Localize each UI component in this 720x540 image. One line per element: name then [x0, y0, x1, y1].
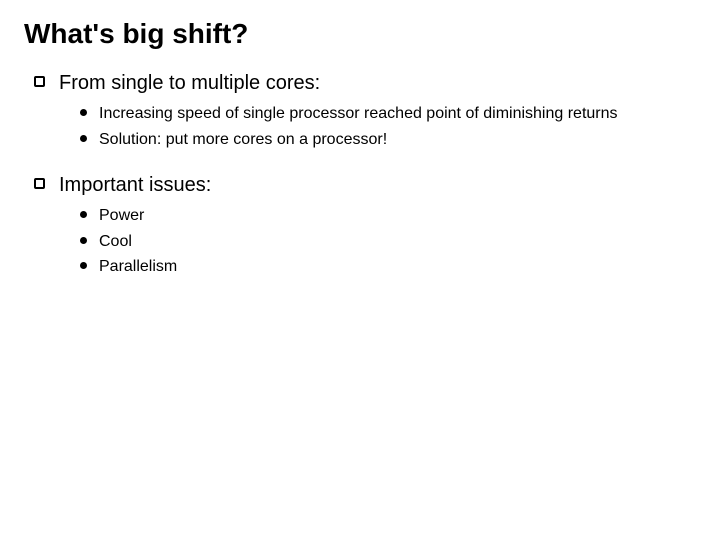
bullet-level1: Important issues:	[34, 172, 696, 199]
square-bullet-icon	[34, 178, 45, 189]
bullet-text: Power	[99, 205, 144, 227]
bullet-text: Parallelism	[99, 256, 177, 278]
bullet-level2: Cool	[80, 231, 696, 253]
disc-bullet-icon	[80, 109, 87, 116]
disc-bullet-icon	[80, 237, 87, 244]
bullet-text: Important issues:	[59, 172, 211, 199]
bullet-level1: From single to multiple cores:	[34, 70, 696, 97]
disc-bullet-icon	[80, 135, 87, 142]
disc-bullet-icon	[80, 262, 87, 269]
bullet-text: Cool	[99, 231, 132, 253]
square-bullet-icon	[34, 76, 45, 87]
disc-bullet-icon	[80, 211, 87, 218]
bullet-text: Solution: put more cores on a processor!	[99, 129, 387, 151]
slide: What's big shift? From single to multipl…	[0, 0, 720, 540]
bullet-text: Increasing speed of single processor rea…	[99, 103, 618, 125]
bullet-level2: Parallelism	[80, 256, 696, 278]
bullet-level2: Power	[80, 205, 696, 227]
bullet-level2: Increasing speed of single processor rea…	[80, 103, 696, 125]
bullet-level2: Solution: put more cores on a processor!	[80, 129, 696, 151]
slide-title: What's big shift?	[24, 18, 696, 50]
bullet-text: From single to multiple cores:	[59, 70, 320, 97]
